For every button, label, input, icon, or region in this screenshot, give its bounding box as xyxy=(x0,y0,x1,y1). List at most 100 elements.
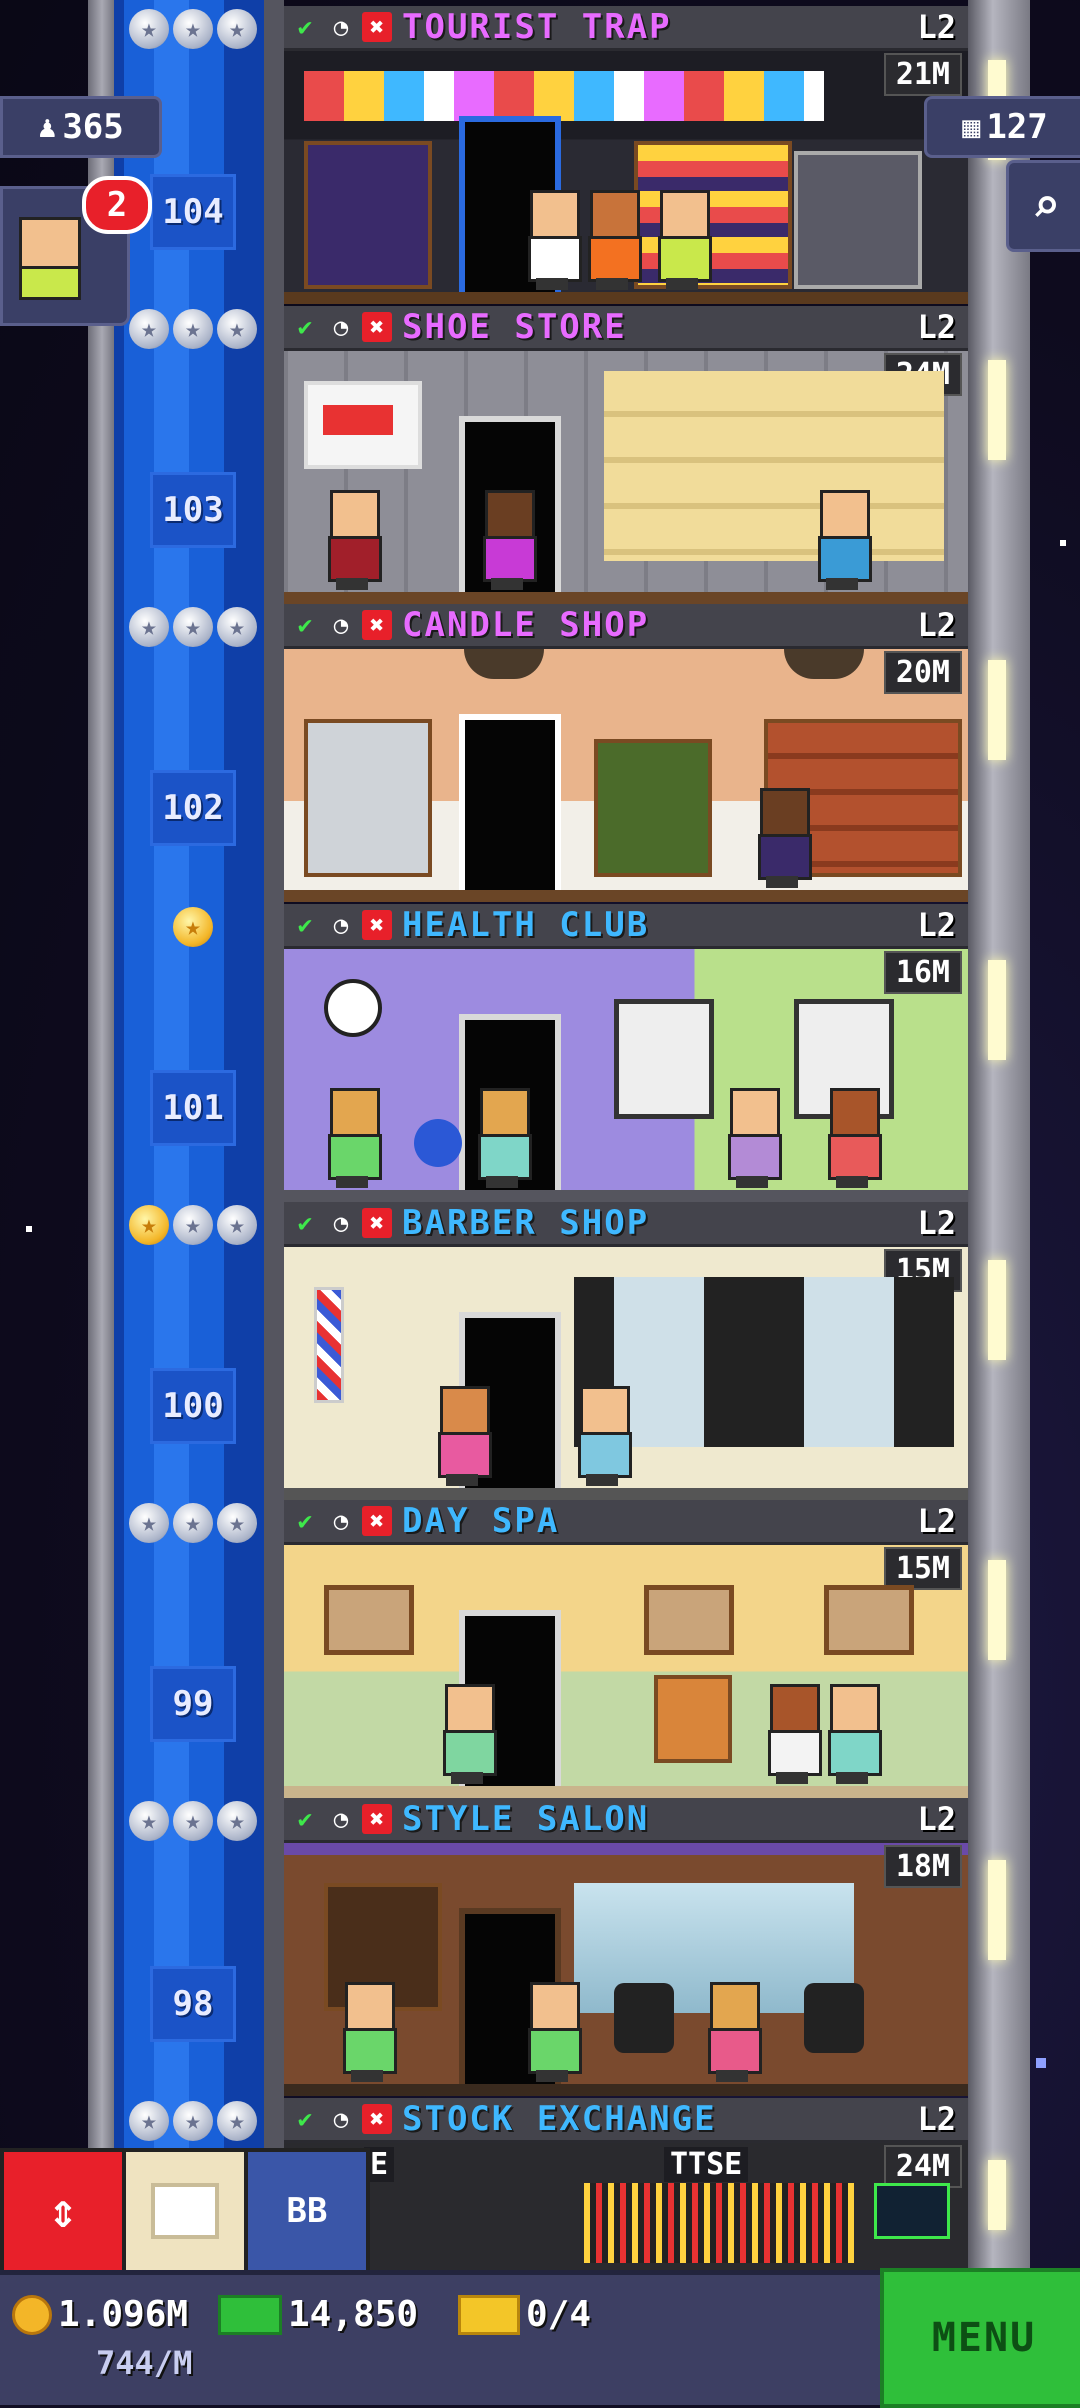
floor-count[interactable]: ▦ 127 xyxy=(924,96,1080,158)
barber-pole xyxy=(314,1287,344,1403)
notification-badge: 2 xyxy=(82,176,152,234)
silver-star-icon: ★ xyxy=(173,1205,213,1245)
floor-health-club[interactable]: ✔ ◔ ✖ HEALTH CLUB L2 16M xyxy=(284,904,968,1202)
menu-button[interactable]: MENU xyxy=(880,2268,1080,2408)
coins-value: 1.096M xyxy=(58,2294,189,2335)
clock-icon[interactable]: ◔ xyxy=(326,12,356,42)
search-button[interactable]: ⌕ xyxy=(1006,160,1080,252)
shopper-person xyxy=(479,490,537,590)
silver-star-icon: ★ xyxy=(129,309,169,349)
exercise-ball xyxy=(414,1119,462,1167)
clock-icon[interactable]: ◔ xyxy=(326,910,356,940)
floor-candle-shop[interactable]: ✔ ◔ ✖ CANDLE SHOP L2 20M xyxy=(284,604,968,902)
floor-shoe-store[interactable]: ✔ ◔ ✖ SHOE STORE L2 24M xyxy=(284,306,968,604)
coins-display[interactable]: 1.096M xyxy=(12,2294,188,2335)
checkmark-icon[interactable]: ✔ xyxy=(290,312,320,342)
bux-display[interactable]: 14,850 xyxy=(218,2294,418,2335)
floor-level: L2 xyxy=(917,1502,956,1540)
floor-name: STYLE SALON xyxy=(402,1799,650,1839)
cancel-icon[interactable]: ✖ xyxy=(362,2104,392,2134)
clock-icon[interactable]: ◔ xyxy=(326,1804,356,1834)
floor-number: 104 xyxy=(150,174,236,250)
floor-line xyxy=(284,1786,968,1798)
checkmark-icon[interactable]: ✔ xyxy=(290,1804,320,1834)
floor-stars: ★ ★ ★ xyxy=(118,1500,268,1546)
checkmark-icon[interactable]: ✔ xyxy=(290,910,320,940)
silver-star-icon: ★ xyxy=(217,9,257,49)
spa-person xyxy=(764,1684,822,1784)
floor-header: ✔ ◔ ✖ DAY SPA L2 xyxy=(284,1500,968,1545)
stock-ticker-board xyxy=(584,2183,854,2263)
floor-header: ✔ ◔ ✖ BARBER SHOP L2 xyxy=(284,1202,968,1247)
elevator-toggle-button[interactable]: ⇕ xyxy=(0,2148,126,2274)
barber-person xyxy=(434,1386,492,1486)
floor-price: 24M xyxy=(883,2145,962,2188)
floor-header: ✔ ◔ ✖ HEALTH CLUB L2 xyxy=(284,904,968,949)
clock-icon[interactable]: ◔ xyxy=(326,1506,356,1536)
silver-star-icon: ★ xyxy=(217,1205,257,1245)
floor-interior: 15M xyxy=(284,1247,968,1500)
cancel-icon[interactable]: ✖ xyxy=(362,12,392,42)
cancel-icon[interactable]: ✖ xyxy=(362,312,392,342)
up-down-arrows-icon: ⇕ xyxy=(48,2183,78,2239)
floor-stars: ★ ★ ★ xyxy=(118,604,268,650)
checkmark-icon[interactable]: ✔ xyxy=(290,1506,320,1536)
floor-level: L2 xyxy=(917,2100,956,2138)
bb-button[interactable]: BB xyxy=(244,2148,370,2274)
wall-light xyxy=(988,2160,1006,2230)
cancel-icon[interactable]: ✖ xyxy=(362,1506,392,1536)
clock-icon[interactable]: ◔ xyxy=(326,1208,356,1238)
star-sparkle xyxy=(1060,540,1066,546)
floor-price: 20M xyxy=(883,651,962,694)
candle-display xyxy=(594,739,712,877)
floor-name: TOURIST TRAP xyxy=(402,7,672,47)
floor-interior: 16M xyxy=(284,949,968,1202)
shoe-poster xyxy=(304,381,422,469)
coin-icon xyxy=(12,2294,52,2335)
clock-icon[interactable]: ◔ xyxy=(326,610,356,640)
floor-name: BARBER SHOP xyxy=(402,1203,650,1243)
floor-header: ✔ ◔ ✖ STYLE SALON L2 xyxy=(284,1798,968,1843)
silver-star-icon: ★ xyxy=(129,1801,169,1841)
salon-person xyxy=(524,1982,582,2082)
clock-icon[interactable]: ◔ xyxy=(326,2104,356,2134)
silver-star-icon: ★ xyxy=(129,9,169,49)
cancel-icon[interactable]: ✖ xyxy=(362,910,392,940)
tourist-person xyxy=(584,190,642,290)
floor-level: L2 xyxy=(917,1204,956,1242)
floor-style-salon[interactable]: ✔ ◔ ✖ STYLE SALON L2 18M xyxy=(284,1798,968,2096)
floor-tourist-trap[interactable]: ✔ ◔ ✖ TOURIST TRAP L2 21M xyxy=(284,6,968,304)
shoe-wall-display xyxy=(604,371,944,561)
bux-cash-icon xyxy=(218,2294,282,2335)
floor-price: 16M xyxy=(883,951,962,994)
gym-person xyxy=(824,1088,882,1188)
cancel-icon[interactable]: ✖ xyxy=(362,1804,392,1834)
checkmark-icon[interactable]: ✔ xyxy=(290,2104,320,2134)
floor-stars: ★ xyxy=(118,904,268,950)
star-sparkle xyxy=(26,1226,32,1232)
tickets-display[interactable]: 0/4 xyxy=(458,2294,591,2335)
silver-star-icon: ★ xyxy=(217,1801,257,1841)
storage-button[interactable] xyxy=(122,2148,248,2274)
cancel-icon[interactable]: ✖ xyxy=(362,610,392,640)
checkmark-icon[interactable]: ✔ xyxy=(290,12,320,42)
floor-line xyxy=(284,890,968,902)
population-counter[interactable]: ♟ 365 xyxy=(0,96,162,158)
stock-monitor xyxy=(874,2183,950,2239)
cancel-icon[interactable]: ✖ xyxy=(362,1208,392,1238)
tourist-person xyxy=(524,190,582,290)
magnifier-icon: ⌕ xyxy=(1031,178,1061,234)
checkmark-icon[interactable]: ✔ xyxy=(290,1208,320,1238)
floor-barber-shop[interactable]: ✔ ◔ ✖ BARBER SHOP L2 15M xyxy=(284,1202,968,1500)
floor-level: L2 xyxy=(917,1800,956,1838)
wall-light xyxy=(988,1560,1006,1660)
clock-icon[interactable]: ◔ xyxy=(326,312,356,342)
floor-day-spa[interactable]: ✔ ◔ ✖ DAY SPA L2 15M xyxy=(284,1500,968,1798)
wall-painting xyxy=(824,1585,914,1655)
wall-painting xyxy=(324,1585,414,1655)
person-icon: ♟ xyxy=(38,109,57,145)
floor-number: 103 xyxy=(150,472,236,548)
floor-interior: 24M xyxy=(284,351,968,604)
checkmark-icon[interactable]: ✔ xyxy=(290,610,320,640)
floor-stock-exchange[interactable]: ✔ ◔ ✖ STOCK EXCHANGE L2 24M E TTSE xyxy=(284,2098,968,2270)
